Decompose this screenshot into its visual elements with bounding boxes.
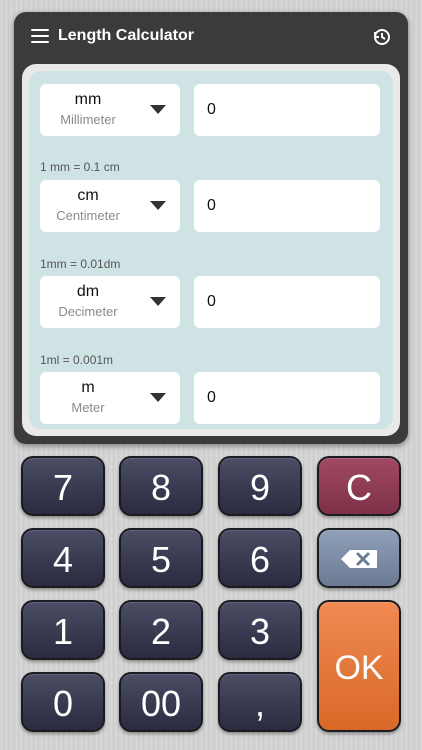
converter-rows: mm Millimeter 0 1 mm = 0.1 cm cm Centime… xyxy=(29,71,393,429)
key-1[interactable]: 1 xyxy=(21,600,105,660)
unit-select-mm[interactable]: mm Millimeter xyxy=(40,84,180,136)
chevron-down-icon xyxy=(150,201,166,210)
value-text: 0 xyxy=(207,389,216,406)
menu-icon[interactable] xyxy=(31,29,49,43)
clear-button[interactable]: C xyxy=(317,456,401,516)
unit-name: Meter xyxy=(71,400,105,415)
value-text: 0 xyxy=(207,197,216,214)
app-header: Length Calculator xyxy=(14,12,408,60)
key-8[interactable]: 8 xyxy=(119,456,203,516)
key-00[interactable]: 00 xyxy=(119,672,203,732)
key-7[interactable]: 7 xyxy=(21,456,105,516)
key-3[interactable]: 3 xyxy=(218,600,302,660)
unit-name: Centimeter xyxy=(56,208,120,223)
chevron-down-icon xyxy=(150,105,166,114)
unit-abbr: cm xyxy=(77,187,99,204)
chevron-down-icon xyxy=(150,297,166,306)
value-field-cm[interactable]: 0 xyxy=(194,180,380,232)
conversion-note: 1 mm = 0.1 cm xyxy=(40,160,120,174)
unit-abbr: m xyxy=(81,379,95,396)
unit-select-cm[interactable]: cm Centimeter xyxy=(40,180,180,232)
unit-select-dm[interactable]: dm Decimeter xyxy=(40,276,180,328)
unit-abbr: mm xyxy=(74,91,102,108)
key-0[interactable]: 0 xyxy=(21,672,105,732)
ok-button[interactable]: OK xyxy=(317,600,401,732)
unit-abbr: dm xyxy=(76,283,100,300)
backspace-button[interactable] xyxy=(317,528,401,588)
value-field-mm[interactable]: 0 xyxy=(194,84,380,136)
converter-panel: mm Millimeter 0 1 mm = 0.1 cm cm Centime… xyxy=(22,64,400,436)
value-field-dm[interactable]: 0 xyxy=(194,276,380,328)
value-field-m[interactable]: 0 xyxy=(194,372,380,424)
unit-select-m[interactable]: m Meter xyxy=(40,372,180,424)
conversion-note: 1mm = 0.01dm xyxy=(40,257,121,271)
chevron-down-icon xyxy=(150,393,166,402)
conversion-note: 1ml = 0.001m xyxy=(40,353,114,367)
value-text: 0 xyxy=(207,293,216,310)
page-title: Length Calculator xyxy=(58,27,195,44)
value-text: 0 xyxy=(207,101,216,118)
unit-name: Decimeter xyxy=(58,304,118,319)
history-icon[interactable] xyxy=(372,27,392,47)
backspace-icon xyxy=(341,550,377,568)
converter-card: Length Calculator mm Millimeter 0 1 mm =… xyxy=(14,12,408,444)
key-2[interactable]: 2 xyxy=(119,600,203,660)
key-9[interactable]: 9 xyxy=(218,456,302,516)
unit-name: Millimeter xyxy=(60,112,116,127)
key-4[interactable]: 4 xyxy=(21,528,105,588)
key-6[interactable]: 6 xyxy=(218,528,302,588)
key-5[interactable]: 5 xyxy=(119,528,203,588)
key-comma[interactable]: , xyxy=(218,672,302,732)
